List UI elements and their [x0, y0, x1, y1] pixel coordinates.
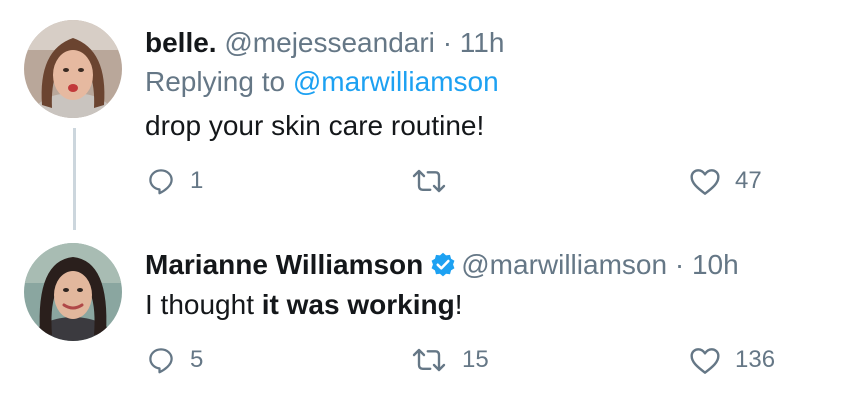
display-name[interactable]: Marianne Williamson — [145, 249, 423, 280]
tweet-belle[interactable]: belle. @mejesseandari · 11h Replying to … — [0, 0, 856, 210]
tweet-text-suffix: ! — [454, 289, 463, 320]
tweet-text: drop your skin care routine! — [145, 110, 485, 141]
retweet-count: 15 — [462, 346, 489, 373]
tweet-text-bold: it was working — [261, 289, 455, 320]
avatar[interactable] — [24, 243, 122, 341]
replying-to-mention[interactable]: @marwilliamson — [293, 66, 499, 97]
like-icon — [690, 169, 720, 195]
timestamp[interactable]: 10h — [692, 249, 739, 280]
retweet-icon — [412, 348, 446, 372]
like-icon — [690, 348, 720, 374]
verified-badge-icon — [431, 252, 455, 277]
reply-button[interactable]: 5 — [146, 345, 203, 375]
reply-icon — [149, 348, 173, 374]
tweet-header: Marianne Williamson @marwilliamson · 10h — [145, 249, 739, 281]
tweet-text-prefix: I thought — [145, 289, 262, 320]
retweet-button[interactable]: 15 — [410, 345, 489, 375]
replying-to-label: Replying to — [145, 66, 286, 97]
reply-button[interactable]: 1 — [146, 166, 203, 196]
separator: · — [674, 249, 685, 280]
tweet-text: I thought it was working! — [145, 289, 462, 321]
reply-count: 5 — [190, 346, 204, 373]
reply-icon — [149, 169, 173, 195]
like-count: 136 — [735, 346, 776, 373]
like-count: 47 — [735, 167, 762, 194]
tweet-marianne[interactable]: Marianne Williamson @marwilliamson · 10h… — [0, 228, 856, 400]
handle[interactable]: @marwilliamson — [461, 249, 667, 280]
replying-to-line: Replying to @marwilliamson — [145, 66, 499, 98]
separator: · — [442, 27, 453, 58]
timestamp[interactable]: 11h — [460, 27, 505, 58]
like-button[interactable]: 136 — [689, 345, 775, 375]
avatar[interactable] — [24, 20, 122, 118]
retweet-icon — [412, 169, 446, 193]
retweet-button[interactable] — [410, 166, 462, 196]
handle[interactable]: @mejesseandari — [224, 27, 435, 58]
tweet-header: belle. @mejesseandari · 11h — [145, 27, 504, 59]
like-button[interactable]: 47 — [689, 166, 762, 196]
reply-count: 1 — [190, 167, 204, 194]
display-name[interactable]: belle. — [145, 27, 217, 58]
